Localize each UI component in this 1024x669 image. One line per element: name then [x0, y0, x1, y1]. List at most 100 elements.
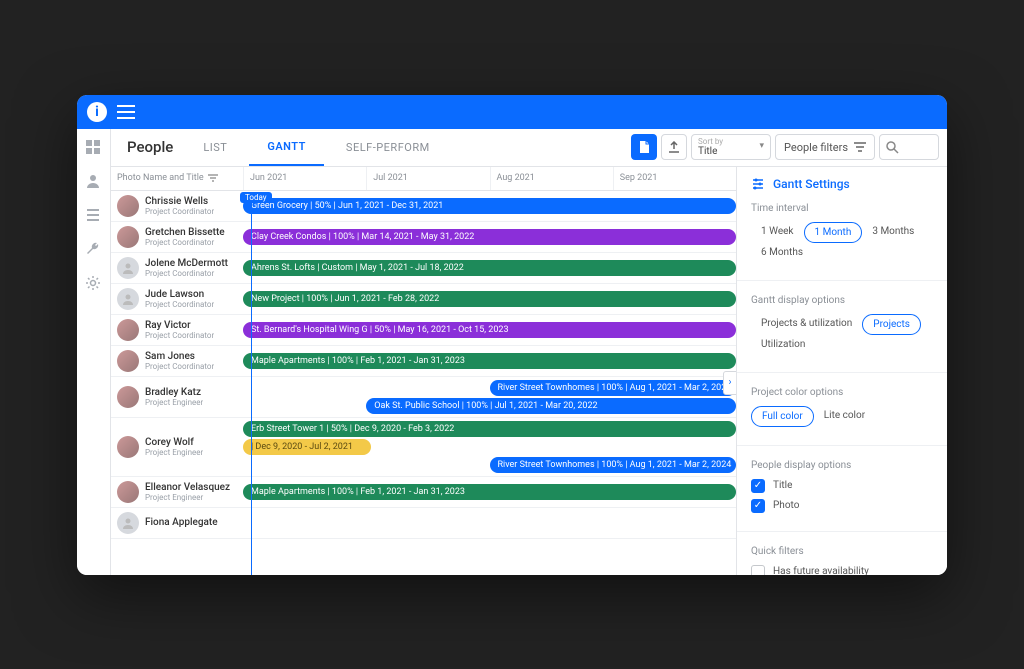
gantt-bar[interactable]: Maple Apartments | 100% | Feb 1, 2021 - …: [243, 484, 736, 500]
app-body: People LIST GANTT SELF-PERFORM Sort by T…: [77, 129, 947, 575]
avatar: [117, 288, 139, 310]
tab-list[interactable]: LIST: [185, 129, 245, 166]
gantt-bar[interactable]: River Street Townhomes | 100% | Aug 1, 2…: [490, 457, 737, 473]
bar-track: Maple Apartments | 100% | Feb 1, 2021 - …: [243, 346, 736, 376]
interval-option[interactable]: 6 Months: [751, 243, 813, 262]
person-name: Corey Wolf: [145, 437, 203, 448]
gantt-bar[interactable]: Green Grocery | 50% | Jun 1, 2021 - Dec …: [243, 198, 736, 214]
search-icon: [886, 141, 899, 154]
display-options: Projects & utilizationProjects Utilizatio…: [751, 314, 933, 354]
person-name: Gretchen Bissette: [145, 227, 225, 238]
left-nav-rail: [77, 129, 111, 575]
hamburger-menu-icon[interactable]: [117, 105, 135, 119]
person-info[interactable]: Fiona Applegate: [111, 508, 243, 538]
person-role: Project Coordinator: [145, 207, 214, 216]
new-item-button[interactable]: [631, 134, 657, 160]
person-name: Fiona Applegate: [145, 517, 218, 528]
page-title: People: [119, 138, 181, 156]
person-row: Chrissie WellsProject CoordinatorGreen G…: [111, 191, 736, 222]
display-option[interactable]: Projects & utilization: [751, 314, 862, 335]
option-title[interactable]: Title: [751, 479, 933, 493]
column-header-name[interactable]: Name and Title: [143, 167, 243, 190]
app-logo-icon[interactable]: i: [87, 102, 107, 122]
color-option[interactable]: Lite color: [814, 406, 875, 427]
interval-label: Time interval: [751, 203, 933, 214]
nav-people-icon[interactable]: [85, 173, 103, 191]
person-info[interactable]: Jolene McDermottProject Coordinator: [111, 253, 243, 283]
person-name: Sam Jones: [145, 351, 214, 362]
gantt-bar[interactable]: Maple Apartments | 100% | Feb 1, 2021 - …: [243, 353, 736, 369]
gantt-bar[interactable]: Ahrens St. Lofts | Custom | May 1, 2021 …: [243, 260, 736, 276]
color-option[interactable]: Full color: [751, 406, 814, 427]
display-option[interactable]: Utilization: [751, 335, 815, 354]
gantt-bar[interactable]: Oak St. Public School | 100% | Jul 1, 20…: [366, 398, 736, 414]
tab-gantt[interactable]: GANTT: [249, 129, 324, 166]
option-photo[interactable]: Photo: [751, 499, 933, 513]
bar-track: Green Grocery | 50% | Jun 1, 2021 - Dec …: [243, 191, 736, 221]
people-filters-button[interactable]: People filters: [775, 134, 875, 160]
person-role: Project Coordinator: [145, 300, 214, 309]
person-name: Ray Victor: [145, 320, 214, 331]
timeline-header: Jun 2021 Jul 2021 Aug 2021 Sep 2021: [243, 167, 736, 190]
app-window: i People LIST GANTT SELF-PERFORM: [77, 95, 947, 575]
person-info[interactable]: Sam JonesProject Coordinator: [111, 346, 243, 376]
sort-value: Title: [698, 146, 750, 157]
person-role: Project Coordinator: [145, 269, 228, 278]
divider: [737, 531, 947, 532]
checkbox-future-availability[interactable]: [751, 565, 765, 575]
color-label: Project color options: [751, 387, 933, 398]
person-row: Gretchen BissetteProject CoordinatorClay…: [111, 222, 736, 253]
person-row: Sam JonesProject CoordinatorMaple Apartm…: [111, 346, 736, 377]
person-info[interactable]: Ray VictorProject Coordinator: [111, 315, 243, 345]
bar-track: [243, 508, 736, 538]
gantt-bar[interactable]: New Project | 100% | Jun 1, 2021 - Feb 2…: [243, 291, 736, 307]
month-header: Jul 2021: [366, 167, 489, 190]
gantt-bar[interactable]: Erb Street Tower 1 | 50% | Dec 9, 2020 -…: [243, 421, 736, 437]
avatar: [117, 481, 139, 503]
tab-self-perform[interactable]: SELF-PERFORM: [328, 129, 448, 166]
search-input[interactable]: [879, 134, 939, 160]
person-info[interactable]: Chrissie WellsProject Coordinator: [111, 191, 243, 221]
bar-track: River Street Townhomes | 100% | Aug 1, 2…: [243, 377, 736, 417]
column-header-photo: Photo: [111, 167, 143, 190]
person-info[interactable]: Jude LawsonProject Coordinator: [111, 284, 243, 314]
checkbox-title[interactable]: [751, 479, 765, 493]
main-panel: People LIST GANTT SELF-PERFORM Sort by T…: [111, 129, 947, 575]
nav-wrench-icon[interactable]: [85, 241, 103, 259]
gantt-bar[interactable]: River Street Townhomes | 100% | Aug 1, 2…: [490, 380, 737, 396]
interval-option[interactable]: 3 Months: [862, 222, 924, 243]
settings-collapse-handle[interactable]: ›: [723, 371, 737, 395]
month-header: Jun 2021: [243, 167, 366, 190]
bar-track: St. Bernard's Hospital Wing G | 50% | Ma…: [243, 315, 736, 345]
export-button[interactable]: [661, 134, 687, 160]
interval-option[interactable]: 1 Month: [804, 222, 863, 243]
display-option[interactable]: Projects: [862, 314, 921, 335]
person-info[interactable]: Bradley KatzProject Engineer: [111, 377, 243, 417]
person-info[interactable]: Corey WolfProject Engineer: [111, 418, 243, 476]
nav-list-icon[interactable]: [85, 207, 103, 225]
people-filters-label: People filters: [784, 141, 848, 154]
content-area: Photo Name and Title Jun 2021 Jul 2021 A…: [111, 167, 947, 575]
gantt-bar[interactable]: St. Bernard's Hospital Wing G | 50% | Ma…: [243, 322, 736, 338]
nav-dashboard-icon[interactable]: [85, 139, 103, 157]
gantt-bar[interactable]: | Dec 9, 2020 - Jul 2, 2021: [243, 439, 371, 455]
interval-option[interactable]: 1 Week: [751, 222, 804, 243]
nav-settings-gear-icon[interactable]: [85, 275, 103, 293]
sort-label: Sort by: [698, 137, 750, 146]
person-role: Project Coordinator: [145, 362, 214, 371]
person-info[interactable]: Gretchen BissetteProject Coordinator: [111, 222, 243, 252]
checkbox-photo[interactable]: [751, 499, 765, 513]
qf-future-availability[interactable]: Has future availability: [751, 565, 933, 575]
person-row: Jolene McDermottProject CoordinatorAhren…: [111, 253, 736, 284]
person-info[interactable]: Elleanor VelasquezProject Engineer: [111, 477, 243, 507]
settings-header: Gantt Settings: [751, 177, 933, 191]
month-header: Sep 2021: [613, 167, 736, 190]
sort-dropdown[interactable]: Sort by Title: [691, 134, 771, 160]
divider: [737, 445, 947, 446]
person-row: Elleanor VelasquezProject EngineerMaple …: [111, 477, 736, 508]
avatar: [117, 386, 139, 408]
today-marker: Today: [251, 193, 252, 575]
gantt-bar[interactable]: Clay Creek Condos | 100% | Mar 14, 2021 …: [243, 229, 736, 245]
avatar: [117, 195, 139, 217]
quick-filters-label: Quick filters: [751, 546, 933, 557]
